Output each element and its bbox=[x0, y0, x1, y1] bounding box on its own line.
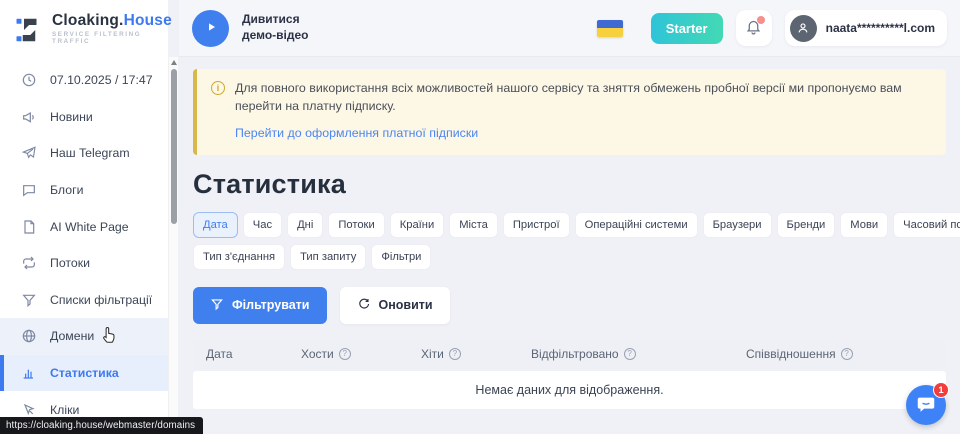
logo[interactable]: Cloaking.House SERVICE FILTERING TRAFFIC bbox=[0, 0, 168, 57]
column-header-hosts: Хости ? bbox=[288, 347, 408, 361]
topbar: Дивитися демо-відео Starter bbox=[179, 0, 960, 57]
sidebar-item-blogs[interactable]: Блоги bbox=[0, 172, 168, 209]
ukraine-flag-icon[interactable] bbox=[597, 20, 623, 37]
megaphone-icon bbox=[21, 109, 37, 125]
refresh-icon bbox=[357, 297, 371, 314]
help-icon[interactable]: ? bbox=[624, 348, 636, 360]
subscription-link[interactable]: Перейти до оформлення платної підписки bbox=[235, 126, 478, 140]
sidebar: Cloaking.House SERVICE FILTERING TRAFFIC… bbox=[0, 0, 168, 434]
help-icon[interactable]: ? bbox=[449, 348, 461, 360]
sidebar-item-label: Кліки bbox=[50, 403, 79, 417]
tab-timezone[interactable]: Часовий пояс bbox=[893, 212, 960, 238]
sidebar-item-label: Статистика bbox=[50, 366, 119, 380]
notification-dot bbox=[757, 16, 765, 24]
bar-chart-icon bbox=[21, 365, 37, 381]
column-header-ratio: Співвідношення ? bbox=[733, 347, 946, 361]
tab-browsers[interactable]: Браузери bbox=[703, 212, 772, 238]
notifications-button[interactable] bbox=[736, 10, 772, 46]
user-email: naata**********l.com bbox=[826, 21, 935, 35]
cloaking-house-logo-icon bbox=[14, 15, 44, 45]
sidebar-scrollbar[interactable] bbox=[168, 57, 178, 434]
banner-text: Для повного використання всіх можливосте… bbox=[235, 80, 930, 116]
scrollbar-thumb[interactable] bbox=[171, 69, 177, 224]
telegram-icon bbox=[21, 145, 37, 161]
sidebar-datetime: 07.10.2025 / 17:47 bbox=[0, 62, 168, 99]
sidebar-item-label: Потоки bbox=[50, 256, 90, 270]
tab-cities[interactable]: Міста bbox=[449, 212, 498, 238]
cursor-icon bbox=[21, 402, 37, 418]
sidebar-nav: 07.10.2025 / 17:47 Новини Наш Telegram Б… bbox=[0, 57, 168, 428]
sidebar-item-label: AI White Page bbox=[50, 220, 129, 234]
sidebar-item-label: Домени bbox=[50, 329, 94, 343]
tab-connection-type[interactable]: Тип з'єднання bbox=[193, 244, 285, 270]
filter-button[interactable]: Фільтрувати bbox=[193, 287, 327, 324]
chat-bubble-icon bbox=[21, 182, 37, 198]
column-header-filtered: Відфільтровано ? bbox=[518, 347, 733, 361]
play-icon bbox=[203, 19, 219, 38]
globe-icon bbox=[21, 328, 37, 344]
sidebar-item-telegram[interactable]: Наш Telegram bbox=[0, 135, 168, 172]
tab-request-type[interactable]: Тип запиту bbox=[290, 244, 366, 270]
sidebar-item-label: Блоги bbox=[50, 183, 83, 197]
tab-countries[interactable]: Країни bbox=[390, 212, 445, 238]
tab-time[interactable]: Час bbox=[243, 212, 282, 238]
info-icon: i bbox=[211, 81, 225, 95]
funnel-icon bbox=[21, 292, 37, 308]
logo-title: Cloaking.House bbox=[52, 12, 172, 29]
sidebar-item-news[interactable]: Новини bbox=[0, 99, 168, 136]
funnel-icon bbox=[210, 297, 224, 314]
sidebar-item-domains[interactable]: Домени bbox=[0, 318, 168, 355]
repeat-icon bbox=[21, 255, 37, 271]
refresh-button[interactable]: Оновити bbox=[340, 287, 450, 324]
sidebar-item-label: Списки фільтрації bbox=[50, 293, 152, 307]
tab-languages[interactable]: Мови bbox=[840, 212, 888, 238]
topbar-right: Starter naata**********l.com bbox=[597, 10, 947, 46]
tab-operating-systems[interactable]: Операційні системи bbox=[575, 212, 698, 238]
sidebar-item-ai-white-page[interactable]: AI White Page bbox=[0, 208, 168, 245]
sidebar-item-streams[interactable]: Потоки bbox=[0, 245, 168, 282]
column-header-date: Дата bbox=[193, 347, 288, 361]
actions-row: Фільтрувати Оновити bbox=[193, 287, 946, 324]
tab-date[interactable]: Дата bbox=[193, 212, 238, 238]
demo-video-label[interactable]: Дивитися демо-відео bbox=[242, 12, 309, 43]
stats-tabs-row-2: Тип з'єднання Тип запиту Фільтри bbox=[193, 244, 946, 270]
sidebar-item-label: Новини bbox=[50, 110, 93, 124]
trial-warning-banner: i Для повного використання всіх можливос… bbox=[193, 69, 946, 155]
status-bar-url: https://cloaking.house/webmaster/domains bbox=[0, 417, 203, 434]
avatar bbox=[790, 15, 817, 42]
app-root: Cloaking.House SERVICE FILTERING TRAFFIC… bbox=[0, 0, 960, 434]
tab-streams[interactable]: Потоки bbox=[328, 212, 384, 238]
chat-bubble-icon bbox=[915, 393, 937, 418]
page-icon bbox=[21, 219, 37, 235]
tab-filters[interactable]: Фільтри bbox=[371, 244, 431, 270]
main-area: Дивитися демо-відео Starter bbox=[179, 0, 960, 434]
stats-tabs-row-1: Дата Час Дні Потоки Країни Міста Пристро… bbox=[193, 212, 946, 238]
help-icon[interactable]: ? bbox=[841, 348, 853, 360]
table-empty-state: Немає даних для відображення. bbox=[193, 371, 946, 409]
clock-icon bbox=[21, 72, 37, 88]
plan-badge[interactable]: Starter bbox=[651, 13, 723, 44]
sidebar-item-label: Наш Telegram bbox=[50, 146, 130, 160]
sidebar-item-label: 07.10.2025 / 17:47 bbox=[50, 73, 153, 87]
user-account-button[interactable]: naata**********l.com bbox=[785, 10, 947, 46]
logo-subtitle: SERVICE FILTERING TRAFFIC bbox=[52, 32, 172, 45]
tab-days[interactable]: Дні bbox=[287, 212, 323, 238]
sidebar-item-statistics[interactable]: Статистика bbox=[0, 355, 168, 392]
content: i Для повного використання всіх можливос… bbox=[179, 57, 960, 409]
chat-unread-badge: 1 bbox=[933, 382, 949, 398]
tab-devices[interactable]: Пристрої bbox=[503, 212, 570, 238]
demo-video-play-button[interactable] bbox=[192, 10, 229, 47]
stats-table-header: Дата Хости ? Хіти ? Відфільтровано ? Спі… bbox=[193, 339, 946, 369]
scroll-up-arrow-icon[interactable] bbox=[171, 60, 177, 65]
tab-brands[interactable]: Бренди bbox=[777, 212, 836, 238]
sidebar-item-filter-lists[interactable]: Списки фільтрації bbox=[0, 282, 168, 319]
help-icon[interactable]: ? bbox=[339, 348, 351, 360]
chat-widget-button[interactable]: 1 bbox=[906, 385, 946, 425]
column-header-hits: Хіти ? bbox=[408, 347, 518, 361]
page-title: Статистика bbox=[193, 169, 946, 200]
